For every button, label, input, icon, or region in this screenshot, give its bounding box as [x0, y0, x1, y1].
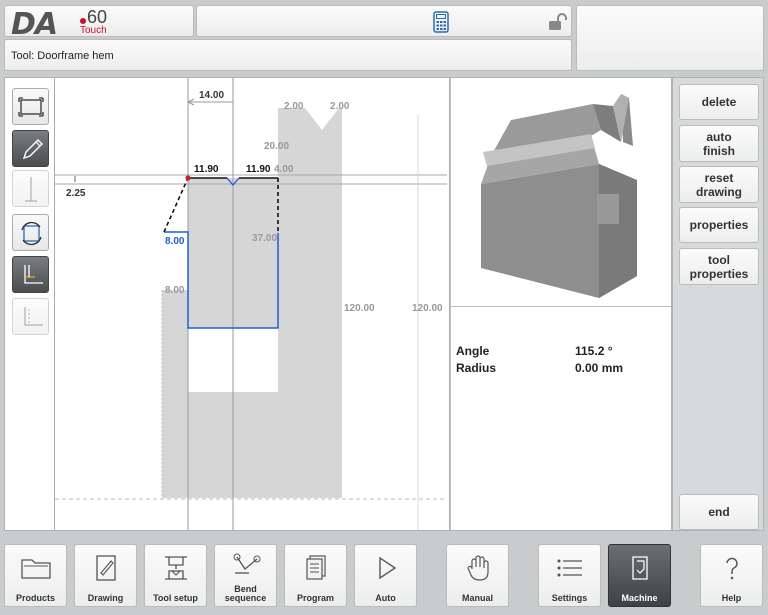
- logo-sub: Touch: [80, 25, 107, 36]
- auto-finish-button[interactable]: auto finish: [679, 125, 759, 162]
- dim-top-width[interactable]: 14.00: [199, 90, 224, 101]
- preview-panel: Angle 115.2 ° Radius 0.00 mm: [450, 77, 672, 531]
- dim-height-b[interactable]: 120.00: [412, 303, 443, 314]
- dim-flange-right-gray[interactable]: 4.00: [274, 164, 294, 175]
- logo-box: DA 60 Touch: [4, 5, 194, 42]
- nav-auto[interactable]: Auto: [354, 544, 417, 607]
- logo-dot: [80, 18, 86, 24]
- tool-drawing[interactable]: 14.00 2.25 11.90 11.90 4.00 2.00 2.00 20…: [55, 78, 449, 530]
- calculator-icon[interactable]: [433, 11, 449, 33]
- nav-products-label: Products: [15, 593, 55, 603]
- play-icon: [378, 556, 396, 580]
- nav-tool-setup[interactable]: Tool setup: [144, 544, 207, 607]
- dim-height-a[interactable]: 120.00: [344, 303, 375, 314]
- dim-left-offset[interactable]: 2.25: [66, 188, 86, 199]
- nav-bend-sequence-label: Bend sequence: [224, 584, 267, 603]
- dim-side-right[interactable]: 37.00: [252, 233, 277, 244]
- reset-drawing-label: reset drawing: [695, 170, 742, 199]
- pencil-icon: [22, 139, 43, 160]
- tool-title: Tool: Doorframe hem: [11, 50, 114, 62]
- hand-icon: [466, 555, 489, 581]
- program-icon: [305, 555, 326, 580]
- axis-edit-button[interactable]: [12, 298, 49, 335]
- properties-label: properties: [689, 218, 749, 232]
- nav-program-label: Program: [296, 593, 334, 603]
- dim-vee-left[interactable]: 2.00: [284, 101, 304, 112]
- bend-sequence-icon: [233, 553, 260, 574]
- nav-machine-label: Machine: [621, 593, 658, 603]
- reset-drawing-button[interactable]: reset drawing: [679, 166, 759, 203]
- nav-auto-label: Auto: [375, 593, 396, 603]
- nav-manual[interactable]: Manual: [446, 544, 509, 607]
- draw-pencil-button[interactable]: [12, 130, 49, 167]
- tool-properties-label: tool properties: [689, 252, 749, 281]
- angle-label: Angle: [456, 344, 490, 358]
- nav-drawing-label: Drawing: [87, 593, 124, 603]
- nav-program[interactable]: Program: [284, 544, 347, 607]
- tool-body-left: [162, 290, 188, 498]
- nav-manual-label: Manual: [461, 593, 493, 603]
- logo-brand: DA: [11, 7, 58, 42]
- nav-settings-label: Settings: [551, 593, 588, 603]
- zoom-fit-icon: [18, 97, 44, 117]
- drawing-icon: [95, 555, 116, 581]
- tool-3d-preview[interactable]: [471, 86, 651, 301]
- nav-products[interactable]: Products: [4, 544, 67, 607]
- end-label: end: [708, 505, 730, 519]
- angle-value: 115.2 °: [575, 344, 613, 358]
- status-bar: [196, 5, 572, 37]
- dim-flange-left[interactable]: 11.90: [194, 164, 219, 175]
- nav-help-label: Help: [721, 593, 742, 603]
- nav-settings[interactable]: Settings: [538, 544, 601, 607]
- help-icon: [725, 557, 738, 580]
- info-box: [576, 5, 764, 71]
- draw-line-button[interactable]: [12, 170, 49, 207]
- nav-help[interactable]: Help: [700, 544, 763, 607]
- rotate-icon: [21, 221, 42, 246]
- properties-button[interactable]: properties: [679, 207, 759, 243]
- delete-label: delete: [701, 95, 737, 109]
- axis-dotted-icon: [24, 307, 43, 326]
- delete-button[interactable]: delete: [679, 84, 759, 120]
- tool-properties-button[interactable]: tool properties: [679, 248, 759, 285]
- rotate-button[interactable]: [12, 214, 49, 251]
- dim-flange-right[interactable]: 11.90: [246, 164, 271, 175]
- vertical-line-icon: [25, 177, 37, 202]
- tool-rear-top-right: [339, 108, 342, 178]
- construction-left: [163, 177, 189, 233]
- dim-side-left-blue[interactable]: 8.00: [165, 236, 185, 247]
- unlock-icon[interactable]: [547, 12, 567, 32]
- dim-vee-depth[interactable]: 20.00: [264, 141, 289, 152]
- folder-icon: [20, 559, 51, 579]
- selected-point[interactable]: [185, 175, 191, 181]
- nav-tool-setup-label: Tool setup: [153, 593, 198, 603]
- drawing-canvas[interactable]: 14.00 2.25 11.90 11.90 4.00 2.00 2.00 20…: [4, 77, 450, 531]
- axis-icon: [24, 265, 43, 284]
- preview-divider: [451, 306, 671, 307]
- axis-origin-button[interactable]: [12, 256, 49, 293]
- radius-label: Radius: [456, 361, 497, 375]
- settings-list-icon: [557, 559, 582, 577]
- dim-vee-right[interactable]: 2.00: [330, 101, 350, 112]
- tool-strip: [5, 78, 55, 530]
- nav-bend-sequence[interactable]: Bend sequence: [214, 544, 277, 607]
- machine-icon: [631, 556, 648, 580]
- auto-finish-label: auto finish: [703, 129, 735, 158]
- nav-machine[interactable]: Machine: [608, 544, 671, 607]
- dim-side-left-gray[interactable]: 8.00: [165, 285, 185, 296]
- radius-value: 0.00 mm: [575, 361, 624, 375]
- nav-drawing[interactable]: Drawing: [74, 544, 137, 607]
- side-button-column: delete auto finish reset drawing propertie…: [672, 77, 764, 531]
- end-button[interactable]: end: [679, 494, 759, 530]
- title-bar: Tool: Doorframe hem: [4, 39, 572, 71]
- zoom-fit-button[interactable]: [12, 88, 49, 125]
- tool-setup-icon: [164, 556, 187, 580]
